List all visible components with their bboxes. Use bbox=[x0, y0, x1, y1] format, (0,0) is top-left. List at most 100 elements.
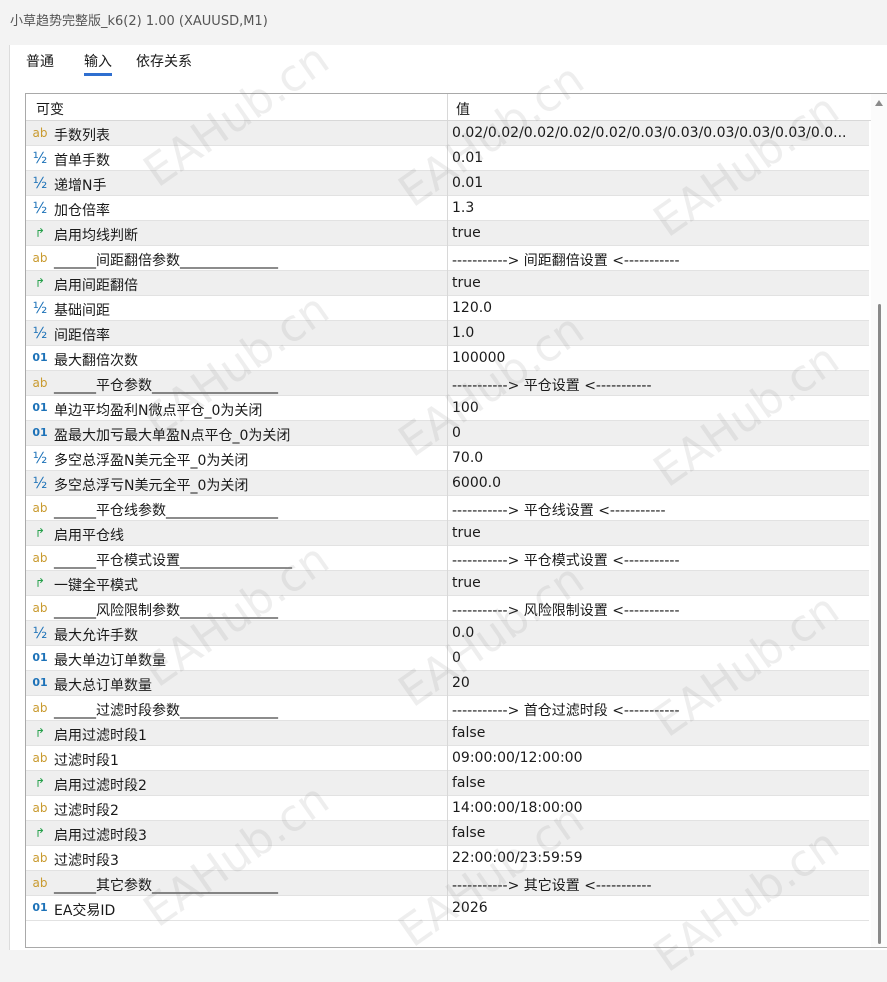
scrollbar-thumb[interactable] bbox=[878, 304, 881, 944]
string-type-icon: ab bbox=[32, 701, 48, 715]
variable-value[interactable]: 22:00:00/23:59:59 bbox=[452, 850, 864, 866]
inputs-table: 可变 值 ab 手数列表 0.02/0.02/0.02/0.02/0.02/0.03… bbox=[25, 93, 887, 948]
variable-name: 过滤时段1 bbox=[54, 753, 119, 769]
double-type-icon: ½ bbox=[32, 299, 48, 317]
variable-value[interactable]: false bbox=[452, 725, 864, 741]
variable-value[interactable]: 2026 bbox=[452, 900, 864, 916]
variable-value[interactable]: 20 bbox=[452, 675, 864, 691]
variable-value[interactable]: -----------> 首仓过滤时段 <----------- bbox=[452, 700, 864, 720]
window-titlebar: 小草趋势完整版_k6(2) 1.00 (XAUUSD,M1) bbox=[0, 0, 887, 38]
column-divider bbox=[447, 646, 448, 671]
variable-value[interactable]: true bbox=[452, 225, 864, 241]
column-header-value[interactable]: 值 bbox=[456, 99, 470, 119]
table-header: 可变 值 bbox=[26, 94, 887, 121]
table-row[interactable]: ab ______其它参数__________________ ----------… bbox=[26, 871, 869, 896]
variable-value[interactable]: 0.02/0.02/0.02/0.02/0.02/0.03/0.03/0.03/… bbox=[452, 125, 864, 141]
tab-dependencies[interactable]: 依存关系 bbox=[136, 51, 192, 71]
variable-value[interactable]: 70.0 bbox=[452, 450, 864, 466]
table-row[interactable]: 01 最大总订单数量 20 bbox=[26, 671, 869, 696]
variable-value[interactable]: 0 bbox=[452, 425, 864, 441]
column-divider bbox=[447, 771, 448, 796]
table-row[interactable]: ½ 加仓倍率 1.3 bbox=[26, 196, 869, 221]
table-row[interactable]: ½ 最大允许手数 0.0 bbox=[26, 621, 869, 646]
table-row[interactable]: 01 最大翻倍次数 100000 bbox=[26, 346, 869, 371]
column-divider bbox=[447, 396, 448, 421]
variable-value[interactable]: 0 bbox=[452, 650, 864, 666]
variable-value[interactable]: 1.0 bbox=[452, 325, 864, 341]
table-row[interactable]: ↱ 一键全平模式 true bbox=[26, 571, 869, 596]
variable-value[interactable]: false bbox=[452, 775, 864, 791]
table-row[interactable]: 01 盈最大加亏最大单盈N点平仓_0为关闭 0 bbox=[26, 421, 869, 446]
variable-value[interactable]: 14:00:00/18:00:00 bbox=[452, 800, 864, 816]
variable-name: 启用过滤时段2 bbox=[54, 778, 147, 794]
table-row[interactable]: ab 手数列表 0.02/0.02/0.02/0.02/0.02/0.03/0.03… bbox=[26, 121, 869, 146]
table-row[interactable]: 01 最大单边订单数量 0 bbox=[26, 646, 869, 671]
variable-value[interactable]: 1.3 bbox=[452, 200, 864, 216]
table-row[interactable]: ½ 基础间距 120.0 bbox=[26, 296, 869, 321]
bool-type-icon: ↱ bbox=[34, 526, 46, 540]
column-divider[interactable] bbox=[447, 94, 448, 120]
table-row[interactable]: ½ 多空总浮盈N美元全平_0为关闭 70.0 bbox=[26, 446, 869, 471]
variable-value[interactable]: -----------> 平仓模式设置 <----------- bbox=[452, 550, 864, 570]
variable-value[interactable]: true bbox=[452, 575, 864, 591]
column-divider bbox=[447, 196, 448, 221]
bool-type-icon: ↱ bbox=[34, 826, 46, 840]
column-divider bbox=[447, 496, 448, 521]
variable-value[interactable]: -----------> 平仓线设置 <----------- bbox=[452, 500, 864, 520]
table-row[interactable]: ↱ 启用平仓线 true bbox=[26, 521, 869, 546]
column-divider bbox=[447, 871, 448, 896]
variable-value[interactable]: 120.0 bbox=[452, 300, 864, 316]
table-row[interactable]: ab ______平仓参数__________________ ----------… bbox=[26, 371, 869, 396]
table-row[interactable]: ab 过滤时段2 14:00:00/18:00:00 bbox=[26, 796, 869, 821]
table-row[interactable]: ½ 间距倍率 1.0 bbox=[26, 321, 869, 346]
column-divider bbox=[447, 696, 448, 721]
string-type-icon: ab bbox=[32, 751, 48, 765]
string-type-icon: ab bbox=[32, 851, 48, 865]
column-header-variable[interactable]: 可变 bbox=[36, 99, 64, 119]
variable-value[interactable]: true bbox=[452, 525, 864, 541]
table-row[interactable]: ½ 多空总浮亏N美元全平_0为关闭 6000.0 bbox=[26, 471, 869, 496]
table-row[interactable]: 01 EA交易ID 2026 bbox=[26, 896, 869, 921]
variable-value[interactable]: -----------> 其它设置 <----------- bbox=[452, 875, 864, 895]
variable-value[interactable]: false bbox=[452, 825, 864, 841]
table-body: ab 手数列表 0.02/0.02/0.02/0.02/0.02/0.03/0.03… bbox=[26, 121, 869, 921]
variable-value[interactable]: 100000 bbox=[452, 350, 864, 366]
table-row[interactable]: ↱ 启用过滤时段2 false bbox=[26, 771, 869, 796]
variable-value[interactable]: -----------> 风险限制设置 <----------- bbox=[452, 600, 864, 620]
table-row[interactable]: ab ______平仓模式设置________________ ----------… bbox=[26, 546, 869, 571]
string-type-icon: ab bbox=[32, 376, 48, 390]
table-row[interactable]: ↱ 启用均线判断 true bbox=[26, 221, 869, 246]
column-divider bbox=[447, 746, 448, 771]
table-row[interactable]: ab ______过滤时段参数______________ ----------->… bbox=[26, 696, 869, 721]
tab-inputs[interactable]: 输入 bbox=[84, 51, 112, 76]
table-row[interactable]: ab ______间距翻倍参数______________ ----------->… bbox=[26, 246, 869, 271]
table-row[interactable]: ab ______风险限制参数______________ ----------->… bbox=[26, 596, 869, 621]
double-type-icon: ½ bbox=[32, 449, 48, 467]
table-row[interactable]: 01 单边平均盈利N微点平仓_0为关闭 100 bbox=[26, 396, 869, 421]
table-row[interactable]: ↱ 启用过滤时段1 false bbox=[26, 721, 869, 746]
table-row[interactable]: ab 过滤时段1 09:00:00/12:00:00 bbox=[26, 746, 869, 771]
string-type-icon: ab bbox=[32, 551, 48, 565]
table-row[interactable]: ↱ 启用间距翻倍 true bbox=[26, 271, 869, 296]
tab-bar: 普通 输入 依存关系 bbox=[10, 45, 887, 77]
table-row[interactable]: ab ______平仓线参数________________ -----------… bbox=[26, 496, 869, 521]
bool-type-icon: ↱ bbox=[34, 776, 46, 790]
variable-value[interactable]: -----------> 间距翻倍设置 <----------- bbox=[452, 250, 864, 270]
string-type-icon: ab bbox=[32, 601, 48, 615]
variable-value[interactable]: 100 bbox=[452, 400, 864, 416]
variable-value[interactable]: 6000.0 bbox=[452, 475, 864, 491]
variable-value[interactable]: 0.0 bbox=[452, 625, 864, 641]
table-row[interactable]: ↱ 启用过滤时段3 false bbox=[26, 821, 869, 846]
variable-value[interactable]: -----------> 平仓设置 <----------- bbox=[452, 375, 864, 395]
table-row[interactable]: ab 过滤时段3 22:00:00/23:59:59 bbox=[26, 846, 869, 871]
variable-value[interactable]: 0.01 bbox=[452, 175, 864, 191]
variable-value[interactable]: 09:00:00/12:00:00 bbox=[452, 750, 864, 766]
tab-common[interactable]: 普通 bbox=[26, 51, 54, 71]
variable-value[interactable]: true bbox=[452, 275, 864, 291]
vertical-scrollbar[interactable] bbox=[871, 94, 887, 947]
scroll-up-icon[interactable] bbox=[875, 100, 883, 106]
variable-name: ______过滤时段参数______________ bbox=[54, 703, 278, 719]
table-row[interactable]: ½ 递增N手 0.01 bbox=[26, 171, 869, 196]
variable-value[interactable]: 0.01 bbox=[452, 150, 864, 166]
table-row[interactable]: ½ 首单手数 0.01 bbox=[26, 146, 869, 171]
